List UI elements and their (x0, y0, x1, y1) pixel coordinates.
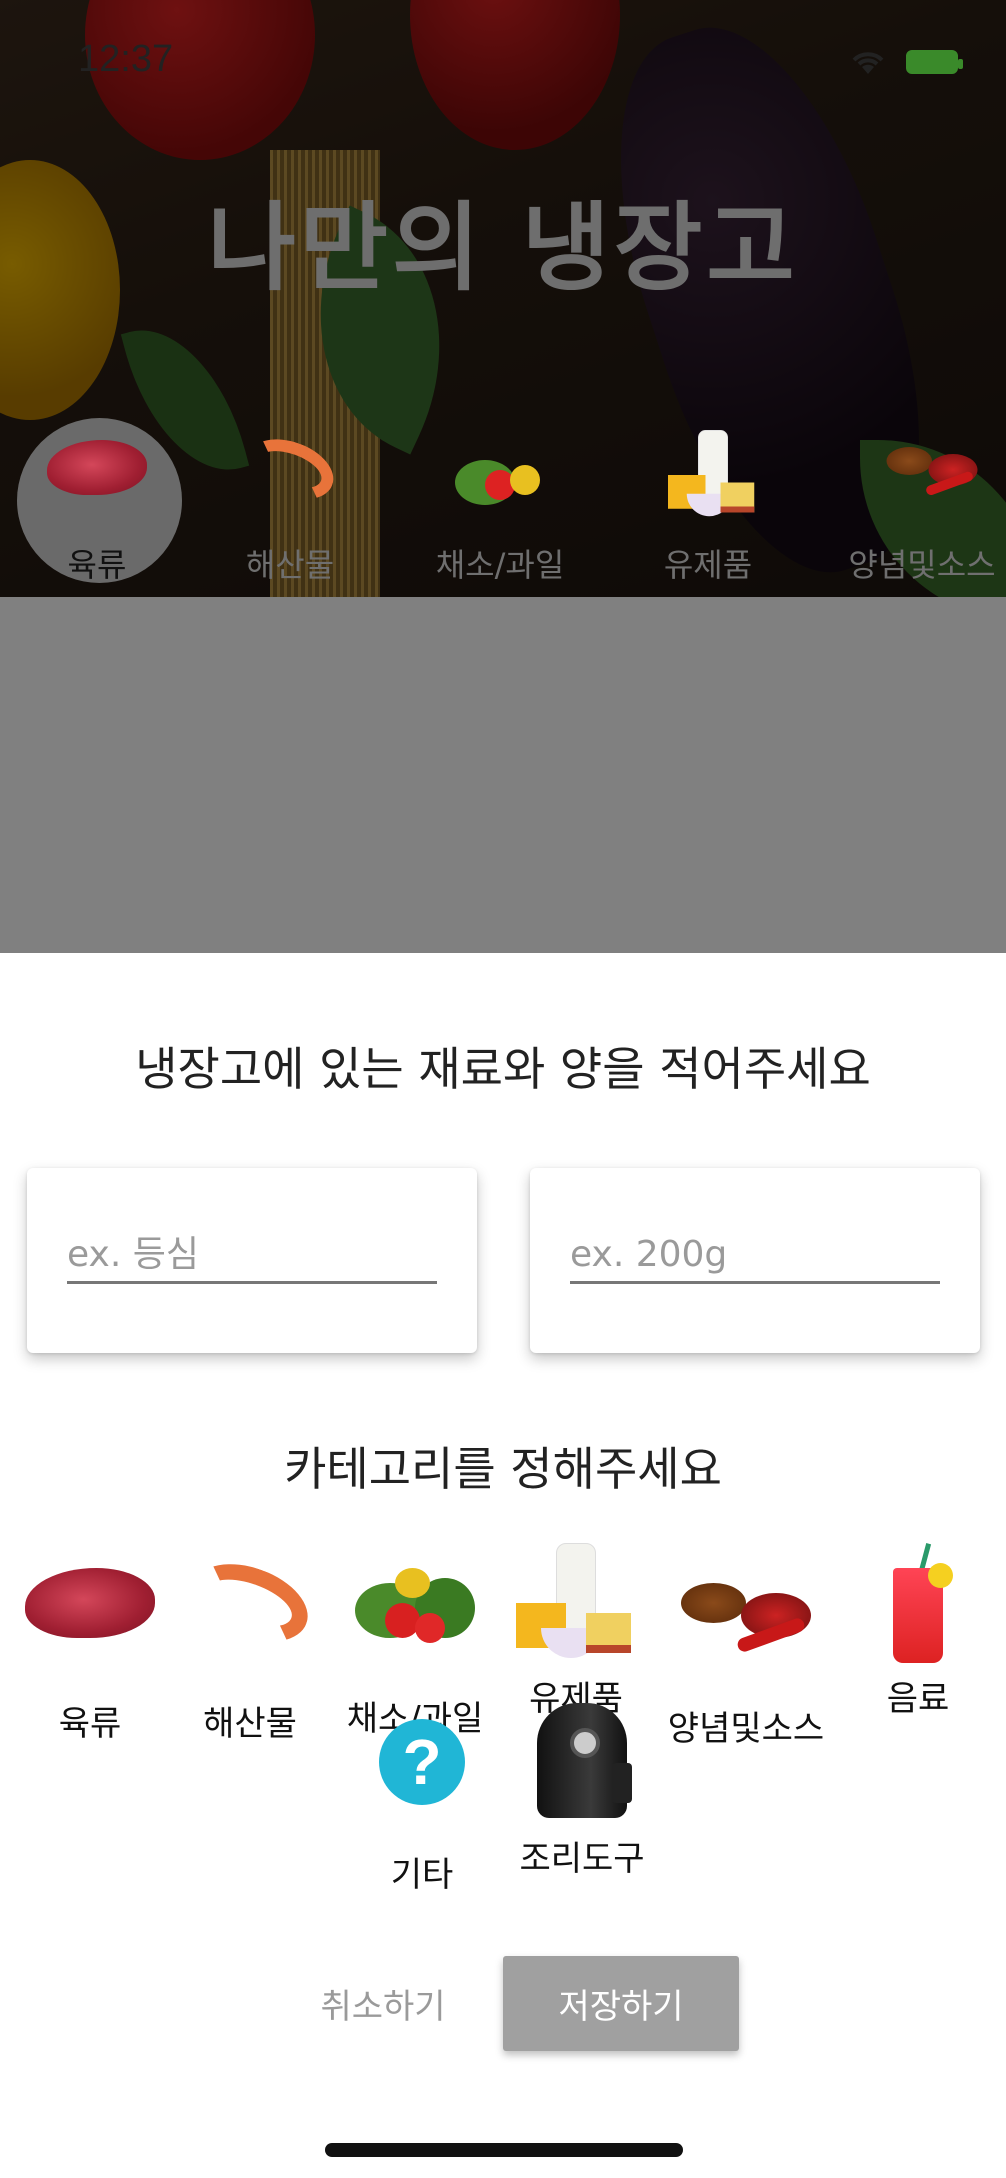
dairy-icon (506, 1543, 646, 1663)
category-label: 기타 (390, 1855, 454, 1895)
cancel-button[interactable]: 취소하기 (298, 1956, 468, 2051)
category-seafood[interactable]: 해산물 (170, 1543, 330, 1745)
category-cookware[interactable]: 조리도구 (502, 1703, 662, 1880)
category-picker: 육류 해산물 채소/과일 유제품 (0, 1543, 1006, 1923)
battery-icon (906, 50, 963, 74)
hero-banner: 12:37 나만의 냉장고 육류 해산물 채소/과일 유제품 양념및소스 (0, 0, 1006, 597)
ingredient-input-card (27, 1168, 477, 1353)
meat-icon (42, 430, 152, 510)
home-indicator (325, 2143, 683, 2157)
air-fryer-icon (512, 1703, 652, 1823)
tab-meat[interactable]: 육류 (12, 410, 182, 590)
vegetables-icon (445, 430, 555, 510)
tab-label: 채소/과일 (435, 546, 565, 584)
tab-label: 육류 (67, 546, 127, 584)
sheet-title: 냉장고에 있는 재료와 양을 적어주세요 (135, 1042, 871, 1096)
meat-icon (20, 1568, 160, 1688)
category-tab-bar: 육류 해산물 채소/과일 유제품 양념및소스 (0, 410, 1006, 590)
ingredient-name-input[interactable] (67, 1228, 437, 1284)
category-dairy[interactable]: 유제품 (496, 1543, 656, 1720)
ingredient-amount-input[interactable] (570, 1228, 940, 1284)
amount-input-card (530, 1168, 980, 1353)
category-section-title: 카테고리를 정해주세요 (284, 1442, 722, 1496)
category-drinks[interactable]: 음료 (838, 1543, 998, 1720)
shrimp-icon (235, 428, 345, 511)
category-label: 해산물 (203, 1704, 297, 1744)
category-label: 양념및소스 (667, 1709, 825, 1749)
category-label: 육류 (58, 1704, 122, 1744)
tab-seafood[interactable]: 해산물 (205, 410, 375, 590)
tab-dairy[interactable]: 유제품 (623, 410, 793, 590)
category-label: 음료 (886, 1679, 950, 1719)
question-icon: ? (352, 1719, 492, 1839)
category-etc[interactable]: ? 기타 (342, 1703, 502, 1896)
category-meat[interactable]: 육류 (10, 1543, 170, 1745)
tab-label: 해산물 (245, 546, 335, 584)
wifi-icon (852, 52, 884, 74)
category-label: 조리도구 (519, 1839, 645, 1879)
tab-label: 양념및소스 (848, 546, 996, 584)
category-spices[interactable]: 양념및소스 (666, 1543, 826, 1750)
tab-label: 유제품 (663, 546, 753, 584)
tab-spices[interactable]: 양념및소스 (838, 410, 1006, 590)
app-title: 나만의 냉장고 (207, 192, 799, 304)
status-icons (848, 48, 963, 76)
spice-icon (867, 430, 978, 510)
add-ingredient-sheet: 냉장고에 있는 재료와 양을 적어주세요 카테고리를 정해주세요 육류 해산물 (0, 953, 1006, 2178)
dairy-icon (653, 430, 763, 517)
shrimp-icon (180, 1549, 320, 1688)
spice-icon (676, 1573, 816, 1693)
status-time: 12:37 (78, 38, 174, 80)
vegetables-icon (345, 1563, 485, 1683)
drink-icon (848, 1543, 988, 1663)
dialog-actions: 취소하기 저장하기 (0, 1956, 1006, 2056)
save-button[interactable]: 저장하기 (503, 1956, 739, 2051)
tab-vegetables[interactable]: 채소/과일 (415, 410, 585, 590)
